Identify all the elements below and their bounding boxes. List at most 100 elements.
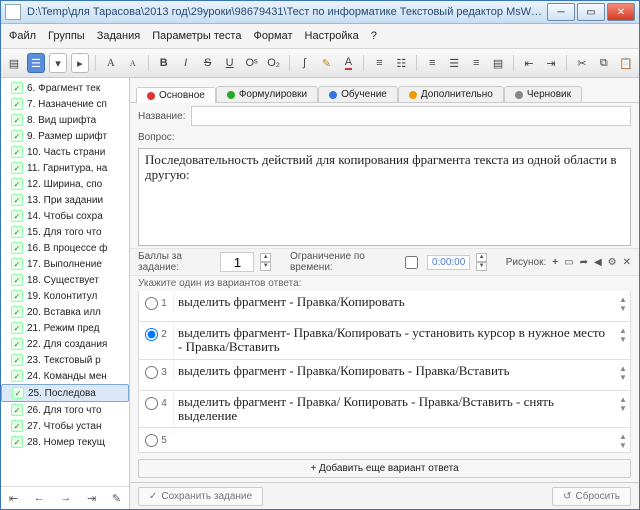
italic-icon[interactable]: I [177, 53, 195, 73]
list-icon[interactable]: ≡ [370, 53, 388, 73]
super-icon[interactable]: Oˢ [243, 53, 261, 73]
sidebar-item-7[interactable]: ✓7. Назначение сп [1, 96, 129, 112]
maximize-button[interactable]: ▭ [577, 3, 605, 21]
align-center-icon[interactable]: ☰ [445, 53, 463, 73]
tab-Формулировки[interactable]: Формулировки [216, 86, 318, 102]
sidebar-item-26[interactable]: ✓26. Для того что [1, 402, 129, 418]
points-up-icon[interactable]: ▲ [260, 253, 270, 262]
symbol-icon[interactable]: ∫ [295, 53, 313, 73]
ans-down-icon[interactable]: ▼ [619, 373, 627, 382]
minimize-button[interactable]: ─ [547, 3, 575, 21]
sidebar-item-13[interactable]: ✓13. При задании [1, 192, 129, 208]
sidebar-item-24[interactable]: ✓24. Команды мен [1, 368, 129, 384]
pic-settings-icon[interactable]: ⚙ [608, 257, 617, 268]
sidebar-item-12[interactable]: ✓12. Ширина, спо [1, 176, 129, 192]
sidebar-item-15[interactable]: ✓15. Для того что [1, 224, 129, 240]
menu-params[interactable]: Параметры теста [152, 30, 241, 42]
nav-prev-icon[interactable]: ← [34, 492, 45, 504]
menu-tasks[interactable]: Задания [97, 30, 140, 42]
sidebar-item-16[interactable]: ✓16. В процессе ф [1, 240, 129, 256]
tab-Черновик[interactable]: Черновик [504, 86, 582, 102]
timelimit-value[interactable]: 0:00:00 [427, 255, 470, 270]
answer-radio[interactable] [145, 434, 158, 447]
pic-prev-icon[interactable]: ◀ [594, 257, 602, 268]
saveas-icon[interactable]: ▸ [71, 53, 89, 73]
strike-icon[interactable]: S [199, 53, 217, 73]
sidebar-item-20[interactable]: ✓20. Вставка илл [1, 304, 129, 320]
sidebar-item-18[interactable]: ✓18. Существует [1, 272, 129, 288]
ans-up-icon[interactable]: ▲ [619, 326, 627, 335]
answer-text[interactable]: выделить фрагмент - Правка/Копировать [173, 293, 616, 311]
numlist-icon[interactable]: ☷ [392, 53, 410, 73]
pic-add-icon[interactable]: + [552, 257, 558, 268]
indent-left-icon[interactable]: ⇤ [520, 53, 538, 73]
align-right-icon[interactable]: ≡ [467, 53, 485, 73]
answer-radio[interactable] [145, 297, 158, 310]
sidebar-item-21[interactable]: ✓21. Режим пред [1, 320, 129, 336]
tab-Основное[interactable]: Основное [136, 87, 216, 103]
sidebar-item-10[interactable]: ✓10. Часть страни [1, 144, 129, 160]
ans-up-icon[interactable]: ▲ [619, 295, 627, 304]
sidebar-item-17[interactable]: ✓17. Выполнение [1, 256, 129, 272]
tab-Обучение[interactable]: Обучение [318, 86, 398, 102]
menu-help[interactable]: ? [371, 30, 377, 42]
time-down-icon[interactable]: ▼ [476, 262, 486, 271]
answer-text[interactable]: выделить фрагмент - Правка/Копировать - … [173, 362, 616, 380]
sidebar-item-28[interactable]: ✓28. Номер текущ [1, 434, 129, 450]
sidebar-item-9[interactable]: ✓9. Размер шрифт [1, 128, 129, 144]
timelimit-checkbox[interactable] [405, 256, 418, 269]
open-icon[interactable]: ☰ [27, 53, 45, 73]
sub-icon[interactable]: O₂ [265, 53, 283, 73]
highlight-icon[interactable]: ✎ [317, 53, 335, 73]
font-size-small-icon[interactable]: A [124, 53, 142, 73]
menu-file[interactable]: Файл [9, 30, 36, 42]
points-input[interactable] [220, 252, 254, 272]
cut-icon[interactable]: ✂ [573, 53, 591, 73]
ans-up-icon[interactable]: ▲ [619, 395, 627, 404]
answer-text[interactable]: выделить фрагмент - Правка/ Копировать -… [173, 393, 616, 426]
answer-text[interactable]: выделить фрагмент- Правка/Копировать - у… [173, 324, 616, 357]
sidebar-item-11[interactable]: ✓11. Гарнитура, на [1, 160, 129, 176]
answer-radio[interactable] [145, 397, 158, 410]
answer-radio[interactable] [145, 328, 158, 341]
add-variant-button[interactable]: + Добавить еще вариант ответа [138, 459, 631, 478]
time-up-icon[interactable]: ▲ [476, 253, 486, 262]
sidebar-item-25[interactable]: ✓25. Последова [1, 384, 129, 402]
align-left-icon[interactable]: ≡ [423, 53, 441, 73]
sidebar-item-19[interactable]: ✓19. Колонтитул [1, 288, 129, 304]
ans-down-icon[interactable]: ▼ [619, 404, 627, 413]
close-button[interactable]: ✕ [607, 3, 635, 21]
align-justify-icon[interactable]: ▤ [489, 53, 507, 73]
sidebar-item-6[interactable]: ✓6. Фрагмент тек [1, 80, 129, 96]
pic-export-icon[interactable]: ➦ [580, 257, 588, 268]
points-down-icon[interactable]: ▼ [260, 262, 270, 271]
ans-up-icon[interactable]: ▲ [619, 364, 627, 373]
ans-down-icon[interactable]: ▼ [619, 304, 627, 313]
fontcolor-icon[interactable]: A [339, 53, 357, 73]
menu-groups[interactable]: Группы [48, 30, 85, 42]
nav-next-icon[interactable]: → [60, 492, 71, 504]
name-input[interactable] [191, 106, 631, 126]
ans-down-icon[interactable]: ▼ [619, 335, 627, 344]
reset-button[interactable]: ↺ Сбросить [552, 487, 631, 506]
question-editor[interactable]: Последовательность действий для копирова… [138, 148, 631, 246]
menu-format[interactable]: Формат [253, 30, 292, 42]
copy-icon[interactable]: ⧉ [595, 53, 613, 73]
font-size-icon[interactable]: A [102, 53, 120, 73]
tab-Дополнительно[interactable]: Дополнительно [398, 86, 504, 102]
menu-settings[interactable]: Настройка [305, 30, 359, 42]
pic-delete-icon[interactable]: ✕ [623, 257, 631, 268]
ans-down-icon[interactable]: ▼ [619, 441, 627, 450]
nav-last-icon[interactable]: ⇥ [87, 492, 96, 505]
sidebar-item-14[interactable]: ✓14. Чтобы сохра [1, 208, 129, 224]
sidebar-item-8[interactable]: ✓8. Вид шрифта [1, 112, 129, 128]
ans-up-icon[interactable]: ▲ [619, 432, 627, 441]
nav-first-icon[interactable]: ⇤ [9, 492, 18, 505]
answer-radio[interactable] [145, 366, 158, 379]
bold-icon[interactable]: B [155, 53, 173, 73]
sidebar-item-23[interactable]: ✓23. Текстовый р [1, 352, 129, 368]
underline-icon[interactable]: U [221, 53, 239, 73]
save-icon[interactable]: ▾ [49, 53, 67, 73]
nav-edit-icon[interactable]: ✎ [112, 492, 121, 505]
save-task-button[interactable]: ✓ Сохранить задание [138, 487, 263, 506]
